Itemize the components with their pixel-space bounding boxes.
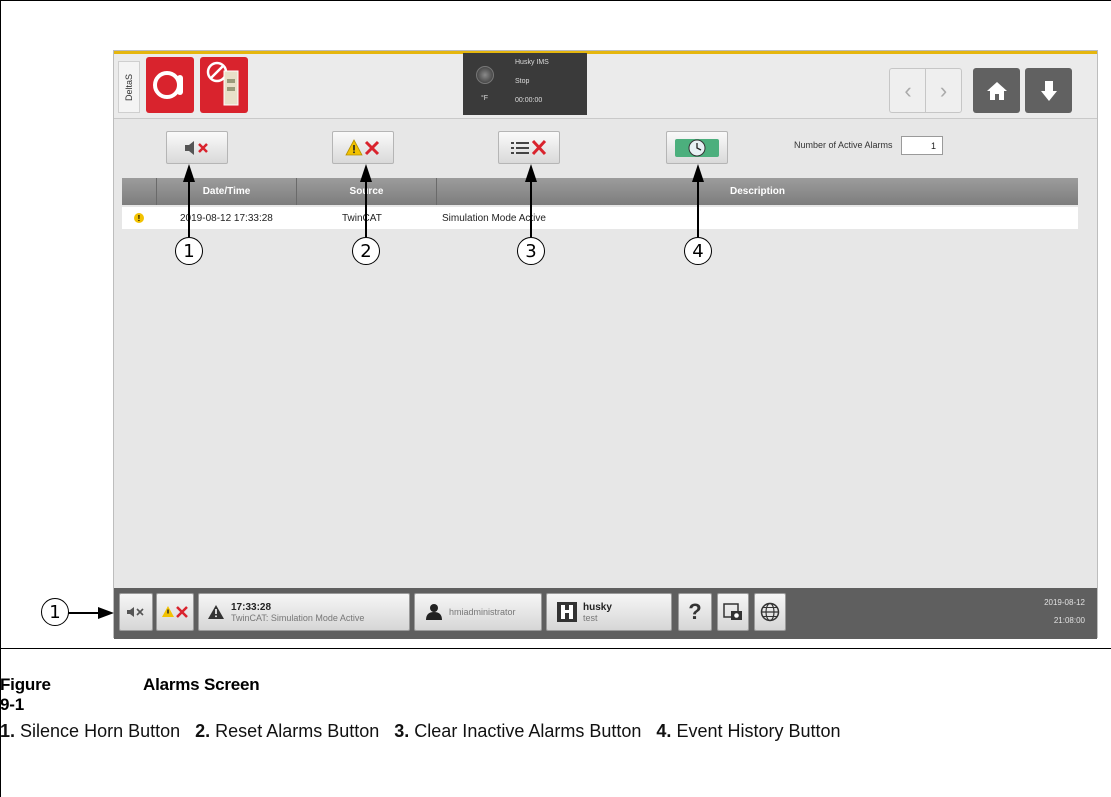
machine-status-panel: °F Husky IMS Stop 00:00:00 [463, 53, 587, 115]
help-button[interactable]: ? [678, 593, 712, 631]
figure-legend: 1. Silence Horn Button 2. Reset Alarms B… [0, 717, 1105, 746]
machine-button[interactable]: husky test [546, 593, 672, 631]
alarm-time: 17:33:28 [231, 601, 272, 613]
speaker-mute-icon [127, 607, 144, 617]
callout-2: 2 [352, 237, 380, 265]
reset-alarms-button[interactable] [332, 131, 394, 164]
machine-name: husky [583, 601, 612, 613]
warning-icon: ! [134, 213, 144, 223]
table-row[interactable]: ! 2019-08-12 17:33:28 TwinCAT Simulation… [122, 207, 1078, 229]
temperature-alarm-icon [153, 71, 183, 99]
status-time: 00:00:00 [515, 97, 543, 104]
bottom-silence-horn-button[interactable] [119, 593, 153, 631]
callout-4: 4 [684, 237, 712, 265]
callout-3-arrowhead [525, 164, 537, 182]
clear-inactive-alarms-button[interactable] [498, 131, 560, 164]
alarms-table-header: Date/Time Source Description [122, 178, 1078, 205]
home-icon [986, 81, 1007, 100]
speaker-mute-icon [185, 140, 208, 155]
alarms-screen: DeltaS °F Husky IMS Stop 00:00:00 ‹ › Nu… [113, 50, 1098, 639]
divider [0, 648, 1111, 649]
alarm-device-button[interactable] [200, 57, 248, 113]
active-alarm-banner[interactable]: 17:33:28 TwinCAT: Simulation Mode Active [198, 593, 410, 631]
silence-horn-button[interactable] [166, 131, 228, 164]
warning-clear-icon [345, 138, 380, 155]
device-alarm-icon [206, 61, 239, 106]
callout-1-arrowhead [183, 164, 195, 182]
top-bar: DeltaS °F Husky IMS Stop 00:00:00 ‹ › [114, 51, 1097, 119]
screenshot-icon [723, 603, 742, 620]
status-date: 2019-08-12 [1044, 598, 1085, 607]
callout-2-line [365, 180, 367, 237]
alarm-count-label: Number of Active Alarms [794, 140, 893, 150]
callout-1: 1 [175, 237, 203, 265]
language-button[interactable] [754, 593, 786, 631]
user-button[interactable]: hmiadministrator [414, 593, 542, 631]
alarm-count-value: 1 [901, 136, 943, 155]
husky-logo-icon [557, 602, 577, 622]
callout-1-bottom: 1 [41, 598, 69, 626]
legend-item: 1. Silence Horn Button [0, 721, 181, 741]
screenshot-button[interactable] [717, 593, 749, 631]
back-button[interactable]: ‹ [889, 68, 926, 113]
alarm-text: TwinCAT: Simulation Mode Active [231, 612, 365, 623]
arrow-down-icon [1040, 80, 1057, 101]
user-name: hmiadministrator [449, 607, 516, 617]
list-clear-icon [511, 139, 547, 155]
legend-item: 2. Reset Alarms Button [195, 721, 380, 741]
alarm-temperature-button[interactable] [146, 57, 194, 113]
callout-4-arrowhead [692, 164, 704, 182]
user-icon [426, 604, 442, 620]
help-icon: ? [688, 599, 702, 624]
side-tag[interactable]: DeltaS [118, 61, 140, 113]
bottom-reset-alarms-button[interactable] [156, 593, 194, 631]
callout-2-arrowhead [360, 164, 372, 182]
globe-icon [760, 602, 780, 622]
warning-clear-icon [162, 606, 188, 618]
download-button[interactable] [1025, 68, 1072, 113]
callout-3: 3 [517, 237, 545, 265]
forward-button[interactable]: › [925, 68, 962, 113]
column-header-datetime[interactable]: Date/Time [156, 178, 296, 205]
cell-source: TwinCAT [342, 212, 382, 224]
status-state: Stop [515, 78, 530, 85]
event-history-button[interactable] [666, 131, 728, 164]
status-clock: 21:08:00 [1053, 616, 1085, 625]
machine-sub: test [583, 612, 598, 623]
callout-4-line [697, 180, 699, 237]
callout-1-bottom-arrow [68, 607, 114, 619]
cell-datetime: 2019-08-12 17:33:28 [180, 212, 273, 224]
temperature-unit: °F [481, 95, 489, 102]
bottom-status-bar: 17:33:28 TwinCAT: Simulation Mode Active… [114, 588, 1097, 639]
warning-icon [208, 605, 224, 619]
status-knob-icon [476, 66, 494, 84]
legend-item: 4. Event History Button [656, 721, 841, 741]
callout-3-line [530, 180, 532, 237]
figure-title: Alarms Screen [143, 675, 260, 694]
chevron-left-icon: ‹ [904, 77, 912, 103]
figure-number: Figure 9-1 [0, 675, 51, 714]
clock-history-icon [675, 138, 719, 157]
column-header-description[interactable]: Description [436, 178, 1078, 205]
legend-item: 3. Clear Inactive Alarms Button [394, 721, 642, 741]
chevron-right-icon: › [939, 77, 948, 103]
callout-1-line [188, 180, 190, 237]
severity-column-header [122, 178, 156, 205]
status-title: Husky IMS [515, 59, 549, 66]
home-button[interactable] [973, 68, 1020, 113]
